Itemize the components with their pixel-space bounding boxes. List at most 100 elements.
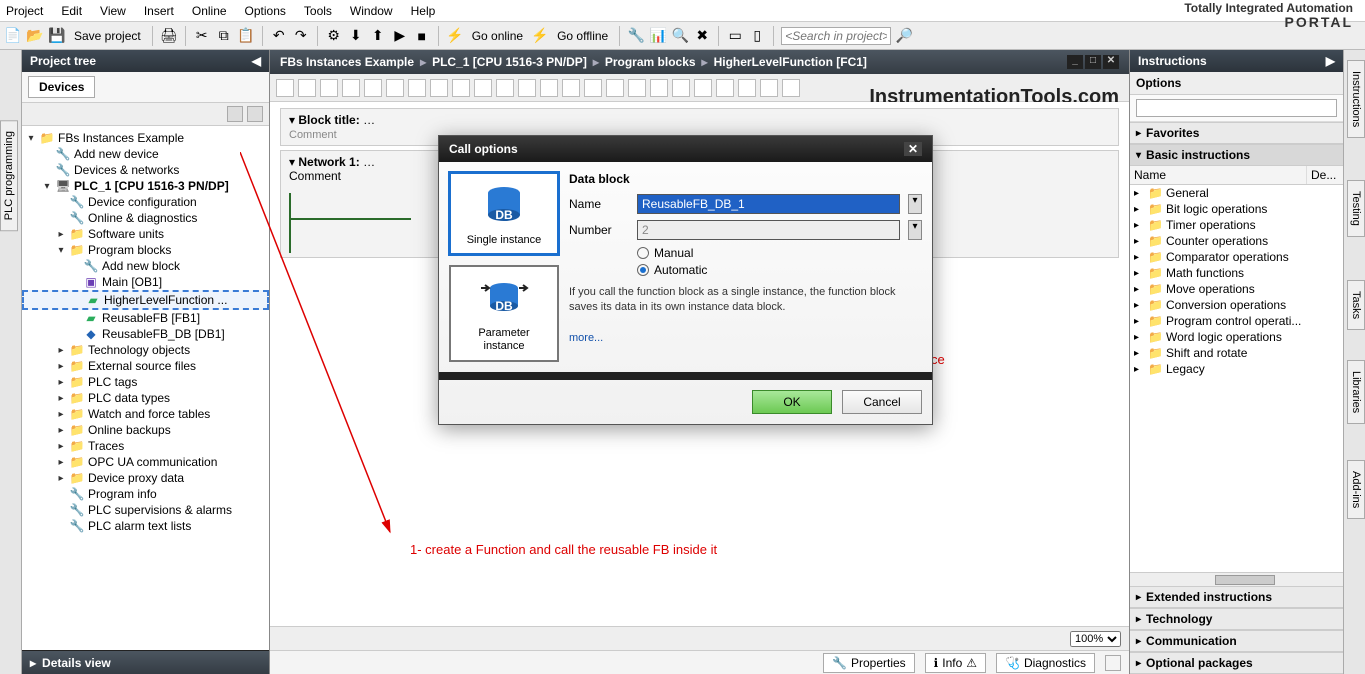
instruction-folder[interactable]: ▸📁Math functions — [1130, 265, 1343, 281]
tasks-vtab[interactable]: Tasks — [1347, 280, 1365, 330]
instructions-vtab[interactable]: Instructions — [1347, 60, 1365, 138]
basic-instructions-section[interactable]: ▾Basic instructions — [1130, 144, 1343, 166]
parameter-instance-option[interactable]: DB Parameter instance — [449, 265, 559, 361]
ed-icon[interactable] — [430, 79, 448, 97]
tree-item[interactable]: ▸📁External source files — [22, 358, 269, 374]
ed-icon[interactable] — [562, 79, 580, 97]
tree-item[interactable]: ▸📁Software units — [22, 226, 269, 242]
breadcrumb-item[interactable]: FBs Instances Example — [280, 55, 414, 69]
breadcrumb-item[interactable]: Program blocks — [605, 55, 696, 69]
details-view-bar[interactable]: ▸ Details view — [22, 650, 269, 674]
single-instance-option[interactable]: DB Single instance — [449, 172, 559, 255]
ed-icon[interactable] — [782, 79, 800, 97]
tree-item[interactable]: ▾🖥PLC_1 [CPU 1516-3 PN/DP] — [22, 178, 269, 194]
tree-item[interactable]: ▸📁Online backups — [22, 422, 269, 438]
ed-icon[interactable] — [518, 79, 536, 97]
tree-item[interactable]: ▰HigherLevelFunction ... — [22, 290, 269, 310]
menu-edit[interactable]: Edit — [61, 4, 82, 18]
menu-window[interactable]: Window — [350, 4, 393, 18]
devices-tab[interactable]: Devices — [28, 76, 95, 98]
ed-icon[interactable] — [298, 79, 316, 97]
redo-icon[interactable]: ↷ — [292, 27, 310, 45]
open-icon[interactable]: 📂 — [26, 27, 44, 45]
instruction-folder[interactable]: ▸📁Conversion operations — [1130, 297, 1343, 313]
undo-icon[interactable]: ↶ — [270, 27, 288, 45]
print-icon[interactable]: 🖨 — [160, 27, 178, 45]
copy-icon[interactable]: ⧉ — [215, 27, 233, 45]
close-icon[interactable]: ✕ — [1103, 55, 1119, 69]
properties-tab[interactable]: 🔧 Properties — [823, 653, 915, 673]
menu-view[interactable]: View — [100, 4, 126, 18]
tree-item[interactable]: 🔧PLC supervisions & alarms — [22, 502, 269, 518]
favorites-section[interactable]: ▸Favorites — [1130, 122, 1343, 144]
tree-root[interactable]: ▾📁FBs Instances Example — [22, 130, 269, 146]
breadcrumb-item[interactable]: PLC_1 [CPU 1516-3 PN/DP] — [432, 55, 587, 69]
menu-options[interactable]: Options — [245, 4, 286, 18]
instruction-folder[interactable]: ▸📁Word logic operations — [1130, 329, 1343, 345]
upload-icon[interactable]: ⬆ — [369, 27, 387, 45]
go-online-button[interactable]: Go online — [468, 29, 527, 43]
menu-tools[interactable]: Tools — [304, 4, 332, 18]
tool-a-icon[interactable]: 🔧 — [627, 27, 645, 45]
menu-project[interactable]: Project — [6, 4, 43, 18]
more-link[interactable]: more... — [569, 332, 922, 344]
instruction-folder[interactable]: ▸📁Bit logic operations — [1130, 201, 1343, 217]
expand-icon[interactable]: ▾ — [289, 113, 295, 127]
search-project-input[interactable] — [781, 27, 891, 45]
name-dropdown-icon[interactable]: ▾ — [908, 194, 922, 214]
split-v-icon[interactable]: ▯ — [748, 27, 766, 45]
db-name-input[interactable] — [637, 194, 900, 214]
ed-icon[interactable] — [716, 79, 734, 97]
ed-icon[interactable] — [738, 79, 756, 97]
collapse-icon[interactable]: ◀ — [252, 54, 261, 68]
tree-item[interactable]: ▾📁Program blocks — [22, 242, 269, 258]
ed-icon[interactable] — [760, 79, 778, 97]
ed-icon[interactable] — [474, 79, 492, 97]
ed-icon[interactable] — [276, 79, 294, 97]
tree-item[interactable]: ▸📁PLC tags — [22, 374, 269, 390]
project-tree[interactable]: ▾📁FBs Instances Example🔧Add new device🔧D… — [22, 126, 269, 650]
libraries-vtab[interactable]: Libraries — [1347, 360, 1365, 424]
ed-icon[interactable] — [408, 79, 426, 97]
instruction-folder[interactable]: ▸📁Timer operations — [1130, 217, 1343, 233]
dialog-title-bar[interactable]: Call options ✕ — [439, 136, 932, 162]
expand-icon[interactable]: ▾ — [289, 155, 295, 169]
ed-icon[interactable] — [364, 79, 382, 97]
dialog-close-icon[interactable]: ✕ — [904, 142, 922, 156]
sim-icon[interactable]: ▶ — [391, 27, 409, 45]
ed-icon[interactable] — [320, 79, 338, 97]
instruction-folder[interactable]: ▸📁Shift and rotate — [1130, 345, 1343, 361]
paste-icon[interactable]: 📋 — [237, 27, 255, 45]
tree-item[interactable]: ▸📁Technology objects — [22, 342, 269, 358]
minimize-icon[interactable]: _ — [1067, 55, 1083, 69]
tree-item[interactable]: ▰ReusableFB [FB1] — [22, 310, 269, 326]
go-online-icon[interactable]: ⚡ — [446, 27, 464, 45]
instruction-folder[interactable]: ▸📁Legacy — [1130, 361, 1343, 377]
cut-icon[interactable]: ✂ — [193, 27, 211, 45]
ed-icon[interactable] — [606, 79, 624, 97]
instruction-folder[interactable]: ▸📁Program control operati... — [1130, 313, 1343, 329]
tree-item[interactable]: 🔧Online & diagnostics — [22, 210, 269, 226]
stop-icon[interactable]: ■ — [413, 27, 431, 45]
download-icon[interactable]: ⬇ — [347, 27, 365, 45]
breadcrumb-item[interactable]: HigherLevelFunction [FC1] — [714, 55, 867, 69]
menu-help[interactable]: Help — [411, 4, 436, 18]
tree-item[interactable]: ▸📁Watch and force tables — [22, 406, 269, 422]
tree-item[interactable]: ◆ReusableFB_DB [DB1] — [22, 326, 269, 342]
ed-icon[interactable] — [584, 79, 602, 97]
hscroll[interactable] — [1130, 572, 1343, 586]
diagnostics-tab[interactable]: 🩺 Diagnostics — [996, 653, 1095, 673]
menu-insert[interactable]: Insert — [144, 4, 174, 18]
go-offline-icon[interactable]: ⚡ — [531, 27, 549, 45]
instructions-list[interactable]: ▸📁General▸📁Bit logic operations▸📁Timer o… — [1130, 185, 1343, 572]
compile-icon[interactable]: ⚙ — [325, 27, 343, 45]
plc-programming-tab[interactable]: PLC programming — [0, 120, 18, 231]
manual-radio[interactable]: Manual — [637, 246, 922, 260]
tree-item[interactable]: 🔧Add new device — [22, 146, 269, 162]
instruction-folder[interactable]: ▸📁General — [1130, 185, 1343, 201]
ed-icon[interactable] — [496, 79, 514, 97]
ed-icon[interactable] — [452, 79, 470, 97]
instructions-search-input[interactable] — [1136, 99, 1337, 117]
tree-item[interactable]: ▸📁Traces — [22, 438, 269, 454]
automatic-radio[interactable]: Automatic — [637, 263, 922, 277]
